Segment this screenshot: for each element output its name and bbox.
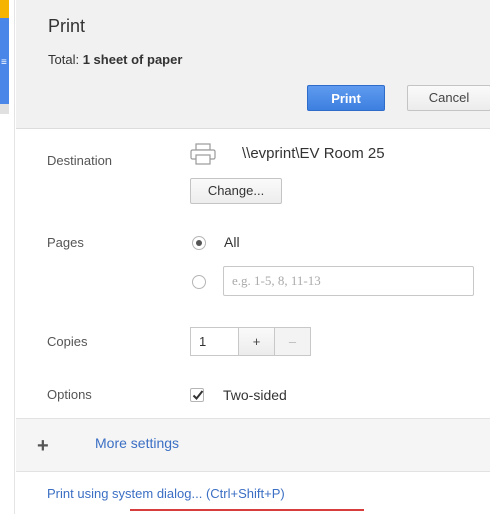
more-settings-link[interactable]: More settings xyxy=(95,435,179,451)
menu-glyph: ≡ xyxy=(1,57,7,68)
pages-label: Pages xyxy=(47,235,84,250)
printer-icon xyxy=(190,143,216,165)
two-sided-checkbox[interactable] xyxy=(190,388,204,402)
checkmark-icon xyxy=(192,390,204,400)
copies-label: Copies xyxy=(47,334,88,349)
pages-range-input[interactable]: e.g. 1-5, 8, 11-13 xyxy=(223,266,474,296)
change-destination-button[interactable]: Change... xyxy=(190,178,282,204)
total-value: 1 sheet of paper xyxy=(82,52,183,67)
two-sided-label: Two-sided xyxy=(223,387,287,403)
print-button[interactable]: Print xyxy=(307,85,385,111)
more-settings-row[interactable] xyxy=(16,419,490,471)
highlight-underline xyxy=(130,509,364,511)
radio-selected-dot xyxy=(196,240,202,246)
print-header: Print Total: 1 sheet of paper Print Canc… xyxy=(16,0,490,129)
copies-increment-button[interactable]: + xyxy=(239,327,275,356)
system-dialog-link[interactable]: Print using system dialog... (Ctrl+Shift… xyxy=(47,486,285,501)
cancel-button[interactable]: Cancel xyxy=(407,85,490,111)
plus-icon[interactable]: + xyxy=(37,436,49,456)
pages-all-label: All xyxy=(224,234,240,250)
total-prefix: Total: xyxy=(48,52,80,67)
options-label: Options xyxy=(47,387,92,402)
copies-decrement-button[interactable]: – xyxy=(275,327,311,356)
background-tab-blue: ≡ xyxy=(0,18,9,104)
copies-input[interactable]: 1 xyxy=(190,327,239,356)
sheet-total: Total: 1 sheet of paper xyxy=(48,52,182,67)
pages-custom-radio[interactable] xyxy=(192,275,206,289)
dialog-title: Print xyxy=(48,16,86,36)
destination-label: Destination xyxy=(47,153,113,168)
background-tab-gray xyxy=(0,104,9,114)
footer-divider xyxy=(16,471,490,472)
background-window-strip: ≡ xyxy=(0,0,15,514)
destination-name: \\evprint\EV Room 25 xyxy=(242,145,385,162)
pages-all-radio[interactable] xyxy=(192,236,206,250)
background-tab-yellow xyxy=(0,0,9,18)
